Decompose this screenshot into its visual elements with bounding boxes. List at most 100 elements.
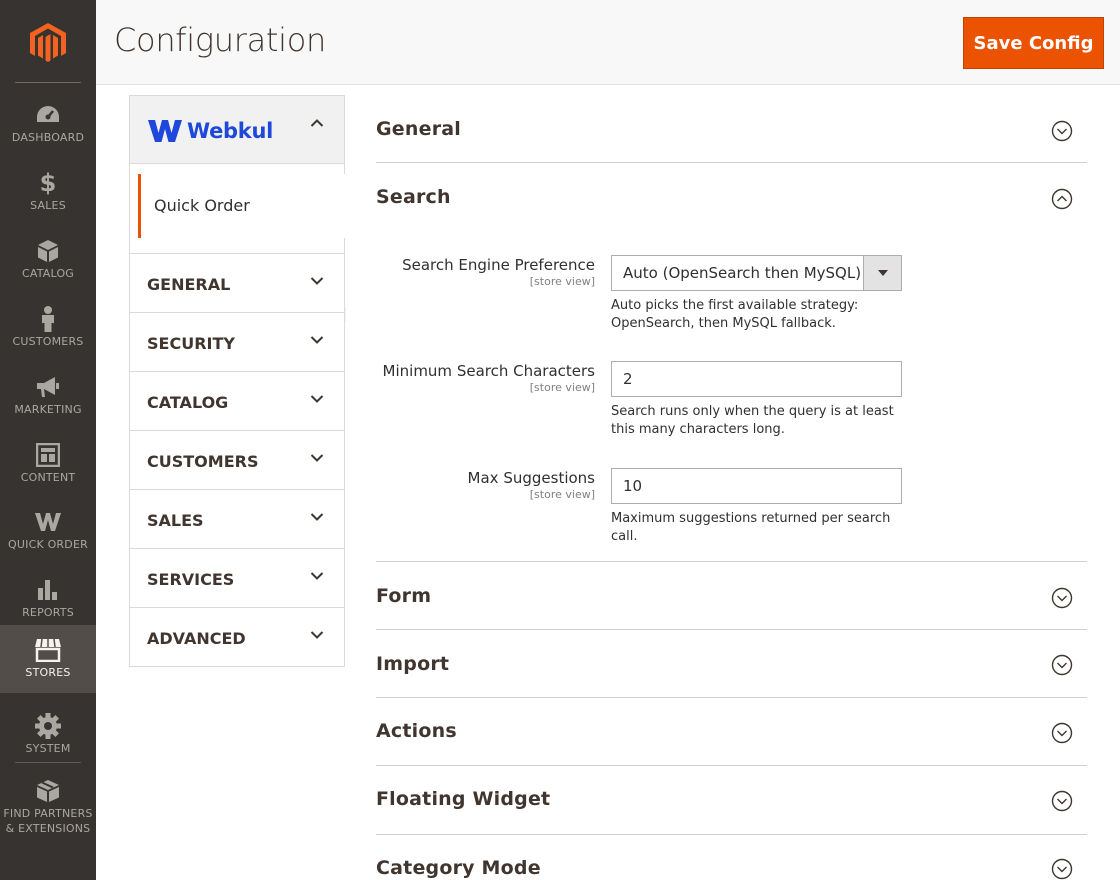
field-label: Minimum Search Characters [382, 362, 595, 380]
collapse-circle-icon[interactable] [1051, 188, 1073, 210]
section-category-mode[interactable]: Category Mode [376, 835, 1087, 880]
menu-label: Content [20, 471, 76, 484]
menu-item-content[interactable]: Content [0, 434, 96, 502]
field-note: Search runs only when the query is at le… [611, 404, 894, 437]
tab-group-webkul[interactable]: Webkul [129, 95, 345, 164]
menu-item-sales[interactable]: $ Sales [0, 162, 96, 230]
field-note: Auto picks the first available strategy:… [611, 298, 859, 331]
menu-label: Quick Order [8, 538, 88, 551]
menu-item-dashboard[interactable]: Dashboard [0, 94, 96, 162]
section-general[interactable]: General [376, 95, 1087, 163]
magento-logo-icon [30, 23, 66, 62]
menu-label: Stores [25, 666, 71, 679]
tab-label: Services [147, 570, 235, 589]
tab-services[interactable]: Services [130, 549, 344, 608]
tab-customers[interactable]: Customers [130, 431, 344, 490]
menu-item-customers[interactable]: Customers [0, 298, 96, 366]
tab-security[interactable]: Security [130, 313, 344, 372]
tab-catalog[interactable]: Catalog [130, 372, 344, 431]
chevron-down-icon [310, 336, 324, 344]
section-search: Search Search Engine Preference [store v… [376, 163, 1087, 562]
menu-label: System [25, 742, 71, 755]
webkul-brand: Webkul [147, 119, 273, 143]
menu-divider [15, 762, 81, 763]
cube-icon [38, 240, 58, 262]
menu-item-marketing[interactable]: Marketing [0, 366, 96, 434]
max-suggestions-input[interactable]: 10 [611, 468, 902, 504]
menu-label: & Extensions [5, 822, 91, 835]
store-icon [35, 638, 61, 662]
tab-item-label: Quick Order [154, 196, 250, 215]
menu-label: Dashboard [11, 131, 85, 144]
dropdown-arrow-icon [863, 256, 901, 290]
min-chars-input[interactable]: 2 [611, 361, 902, 397]
tab-group-items: Quick Order [129, 164, 346, 322]
section-title: Category Mode [376, 857, 541, 879]
expand-circle-icon [1051, 120, 1073, 142]
menu-item-find-partners[interactable]: Find Partners & Extensions [0, 770, 96, 840]
bar-chart-icon [38, 580, 57, 600]
menu-label: Catalog [21, 267, 75, 280]
section-actions[interactable]: Actions [376, 698, 1087, 766]
search-engine-select[interactable]: Auto (OpenSearch then MySQL) [611, 255, 902, 291]
chevron-down-icon [310, 572, 324, 580]
expand-circle-icon [1051, 858, 1073, 880]
menu-item-catalog[interactable]: Catalog [0, 230, 96, 298]
section-title: General [376, 118, 461, 140]
menu-item-quick-order[interactable]: Quick Order [0, 501, 96, 569]
page-title: Configuration [114, 21, 327, 59]
section-title: Floating Widget [376, 788, 551, 810]
dollar-icon: $ [39, 169, 57, 197]
section-title[interactable]: Search [376, 186, 451, 208]
menu-item-stores[interactable]: Stores [0, 625, 96, 693]
chevron-down-icon [310, 454, 324, 462]
layout-icon [36, 443, 60, 467]
field-note: Maximum suggestions returned per search … [611, 511, 891, 544]
field-label: Search Engine Preference [402, 256, 595, 274]
section-import[interactable]: Import [376, 630, 1087, 698]
brand-name: Webkul [187, 119, 274, 143]
menu-label: Reports [22, 606, 74, 619]
chevron-down-icon [310, 513, 324, 521]
tab-label: Security [147, 334, 235, 353]
section-title: Form [376, 585, 432, 607]
gear-icon [35, 713, 61, 739]
megaphone-icon [37, 377, 59, 397]
tab-sales[interactable]: Sales [130, 490, 344, 549]
webkul-w-icon [35, 513, 61, 531]
dashboard-icon [37, 106, 59, 122]
tab-list: General Security Catalog Customers Sales… [129, 253, 345, 667]
menu-label: Marketing [14, 403, 82, 416]
chevron-down-icon [310, 395, 324, 403]
section-title: Import [376, 653, 450, 675]
expand-circle-icon [1051, 722, 1073, 744]
section-floating-widget[interactable]: Floating Widget [376, 766, 1087, 835]
chevron-down-icon [310, 631, 324, 639]
tab-item-quick-order[interactable]: Quick Order [138, 174, 345, 238]
menu-divider [15, 82, 81, 83]
section-title: Actions [376, 720, 457, 742]
expand-circle-icon [1051, 587, 1073, 609]
magento-logo[interactable] [0, 0, 96, 84]
menu-label: Find Partners [3, 807, 93, 820]
chevron-down-icon [310, 277, 324, 285]
field-scope: [store view] [529, 488, 595, 501]
menu-label: Sales [30, 199, 66, 212]
tab-label: Sales [147, 511, 204, 530]
save-config-button[interactable]: Save Config [963, 17, 1104, 69]
webkul-logo-icon [148, 120, 182, 142]
section-form[interactable]: Form [376, 562, 1087, 630]
tab-general[interactable]: General [130, 254, 344, 313]
tab-label: Catalog [147, 393, 229, 412]
input-value: 10 [623, 477, 643, 495]
input-value: 2 [623, 370, 633, 388]
admin-menu: Dashboard $ Sales Catalog Customers [0, 0, 96, 880]
expand-circle-icon [1051, 790, 1073, 812]
tab-label: General [147, 275, 231, 294]
select-value: Auto (OpenSearch then MySQL) [623, 264, 862, 282]
chevron-up-icon [310, 119, 324, 127]
field-scope: [store view] [529, 275, 595, 288]
tab-advanced[interactable]: Advanced [130, 608, 344, 666]
tab-label: Customers [147, 452, 259, 471]
page-header: Configuration Save Config [96, 0, 1120, 85]
